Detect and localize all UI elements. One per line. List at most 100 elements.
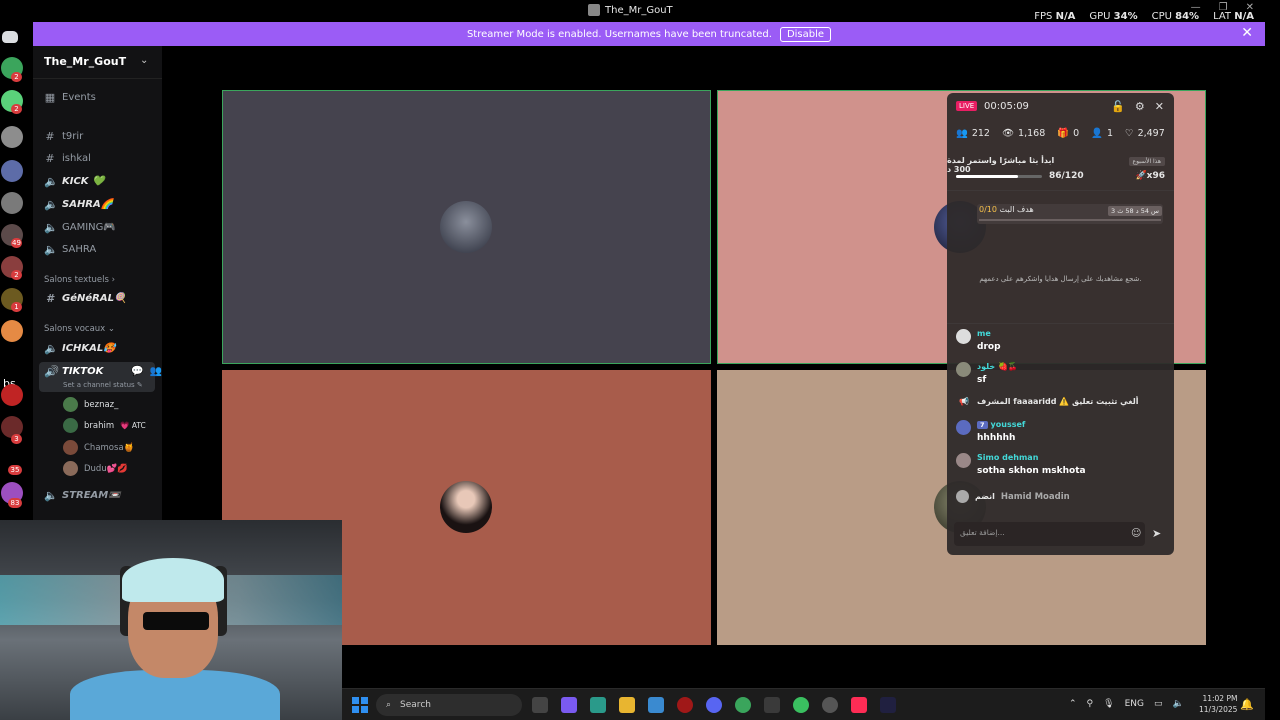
chat-message[interactable]: خلود 🍓🍒 sf: [956, 362, 1018, 385]
server-icon[interactable]: [1, 320, 23, 342]
webcam-sunglasses: [143, 612, 209, 630]
app-icon[interactable]: [677, 697, 693, 713]
participant-avatar: [440, 201, 492, 253]
clock[interactable]: 11:02 PM 11/3/2025: [1199, 693, 1237, 715]
gpu-stat: GPU 34%: [1089, 11, 1137, 22]
chrome-icon[interactable]: [735, 697, 751, 713]
voice-user[interactable]: Chamosa🍯: [63, 440, 134, 455]
tiktok-icon[interactable]: [851, 697, 867, 713]
server-badge: 3: [11, 434, 22, 444]
send-icon[interactable]: ➤: [1152, 527, 1161, 540]
display-icon[interactable]: ▭: [1154, 699, 1163, 709]
chat-text: sotha skhon mskhota: [977, 466, 1086, 476]
app-icon[interactable]: [793, 697, 809, 713]
server-icon[interactable]: [1, 192, 23, 214]
avatar: [63, 461, 78, 476]
app-icon[interactable]: [880, 697, 896, 713]
server-name[interactable]: The_Mr_GouT: [44, 55, 126, 68]
hash-icon: #: [45, 152, 55, 165]
goal-multiplier: 🚀x96: [1135, 171, 1165, 181]
window-title: The_Mr_GouT: [605, 4, 673, 16]
copilot-icon[interactable]: [561, 697, 577, 713]
live-badge: LIVE: [956, 101, 978, 111]
join-action: انضم: [975, 492, 995, 501]
store-icon[interactable]: [648, 697, 664, 713]
divider: [947, 323, 1174, 324]
close-window-button[interactable]: ✕: [1246, 2, 1254, 13]
voice-user-tag: 💗 ATC: [120, 421, 146, 430]
voice-user[interactable]: brahim 💗 ATC: [63, 418, 146, 433]
microphone-icon[interactable]: 🎙: [1103, 699, 1114, 709]
category-text-channels[interactable]: Salons textuels ›: [44, 275, 115, 285]
voice-user[interactable]: Dudu💕💋: [63, 461, 128, 476]
chevron-down-icon[interactable]: ⌄: [140, 55, 148, 66]
channel-general[interactable]: # GéNéRAL🍭: [44, 292, 126, 305]
server-icon[interactable]: [1, 160, 23, 182]
fps-value: N/A: [1055, 11, 1076, 22]
gear-icon[interactable]: ⚙: [1135, 100, 1145, 113]
disable-button[interactable]: Disable: [779, 26, 832, 42]
task-view-icon[interactable]: [532, 697, 548, 713]
channel-status-hint[interactable]: Set a channel status ✎: [63, 381, 143, 389]
voice-channel-stream[interactable]: 🔈 STREAM📼: [44, 489, 121, 502]
discord-icon[interactable]: [706, 697, 722, 713]
chat-message[interactable]: 7 youssef hhhhhh: [956, 420, 1025, 443]
taskbar-search[interactable]: ⌕ Search: [376, 694, 522, 716]
voice-channel-ichkal[interactable]: 🔈 ICHKAL🥵: [44, 342, 116, 355]
server-icon[interactable]: [1, 126, 23, 148]
webcam-cap: [122, 558, 224, 602]
app-icon[interactable]: [764, 697, 780, 713]
network-icon[interactable]: ⚲: [1087, 699, 1094, 709]
avatar: [63, 440, 78, 455]
file-explorer-icon[interactable]: [619, 697, 635, 713]
channel-label: SAHRA: [62, 244, 97, 255]
events-item[interactable]: ▦ Events: [44, 91, 96, 104]
restore-button[interactable]: ❐: [1219, 2, 1228, 13]
edge-icon[interactable]: [590, 697, 606, 713]
speaker-icon: 🔈: [44, 221, 58, 234]
goal-progress-bar: [956, 175, 1042, 178]
voice-channel-kick[interactable]: 🔈 KICK 💚: [44, 175, 105, 188]
eye-icon: 👁: [1001, 128, 1015, 139]
stream-goal-label: هدف البث: [999, 205, 1034, 214]
gifts-stat: 🎁 0: [1057, 128, 1079, 139]
add-user-icon[interactable]: 👥: [150, 366, 162, 377]
category-voice-channels[interactable]: Salons vocaux ⌄: [44, 324, 115, 334]
chat-bubble-icon[interactable]: 💬: [131, 366, 143, 377]
chat-message[interactable]: Simo dehman sotha skhon mskhota: [956, 453, 1086, 476]
voice-user[interactable]: beznaz_: [63, 397, 118, 412]
cpu-label: CPU: [1151, 11, 1172, 22]
category-label: Salons textuels: [44, 275, 109, 285]
voice-channel-sahra-plain[interactable]: 🔈 SAHRA: [44, 243, 96, 256]
rocket-icon: 🚀: [1135, 171, 1147, 181]
clock-time: 11:02 PM: [1202, 694, 1238, 703]
lock-icon[interactable]: 🔓: [1111, 100, 1125, 113]
chat-message[interactable]: me drop: [956, 329, 1001, 352]
join-notice: انضم Hamid Moadin: [956, 490, 1070, 503]
emoji-icon[interactable]: ☺: [1131, 528, 1141, 539]
volume-icon[interactable]: 🔈: [1173, 699, 1184, 709]
avatar: [956, 453, 971, 468]
voice-channel-gaming[interactable]: 🔈 GAMING🎮: [44, 221, 116, 234]
comment-input[interactable]: إضافة تعليق...: [954, 522, 1145, 546]
voice-channel-sahra[interactable]: 🔈 SAHRA🌈: [44, 198, 113, 211]
obs-icon[interactable]: [822, 697, 838, 713]
voice-channel-tiktok[interactable]: 🔊 TIKTOK 💬 👥: [44, 365, 162, 378]
chevron-up-icon[interactable]: ⌃: [1069, 699, 1077, 709]
streamer-mode-banner: Streamer Mode is enabled. Usernames have…: [33, 22, 1265, 46]
speaker-icon: 🔈: [44, 489, 58, 502]
channel-ishkal[interactable]: # ishkal: [44, 152, 90, 165]
server-icon[interactable]: [1, 384, 23, 406]
notification-bell-icon[interactable]: 🔔: [1240, 698, 1254, 711]
windows-start-icon[interactable]: [352, 697, 368, 713]
discord-home-icon[interactable]: [2, 31, 18, 43]
voice-user-name: brahim: [84, 420, 115, 431]
language-indicator[interactable]: ENG: [1125, 699, 1144, 709]
banner-close-icon[interactable]: ✕: [1241, 25, 1253, 41]
megaphone-icon: 📢: [959, 397, 969, 406]
minimize-button[interactable]: —: [1191, 2, 1201, 13]
close-icon[interactable]: ✕: [1155, 100, 1164, 113]
channel-t9rir[interactable]: # t9rir: [44, 130, 83, 143]
avatar: [956, 362, 971, 377]
voice-user-name: Dudu💕💋: [84, 463, 128, 474]
